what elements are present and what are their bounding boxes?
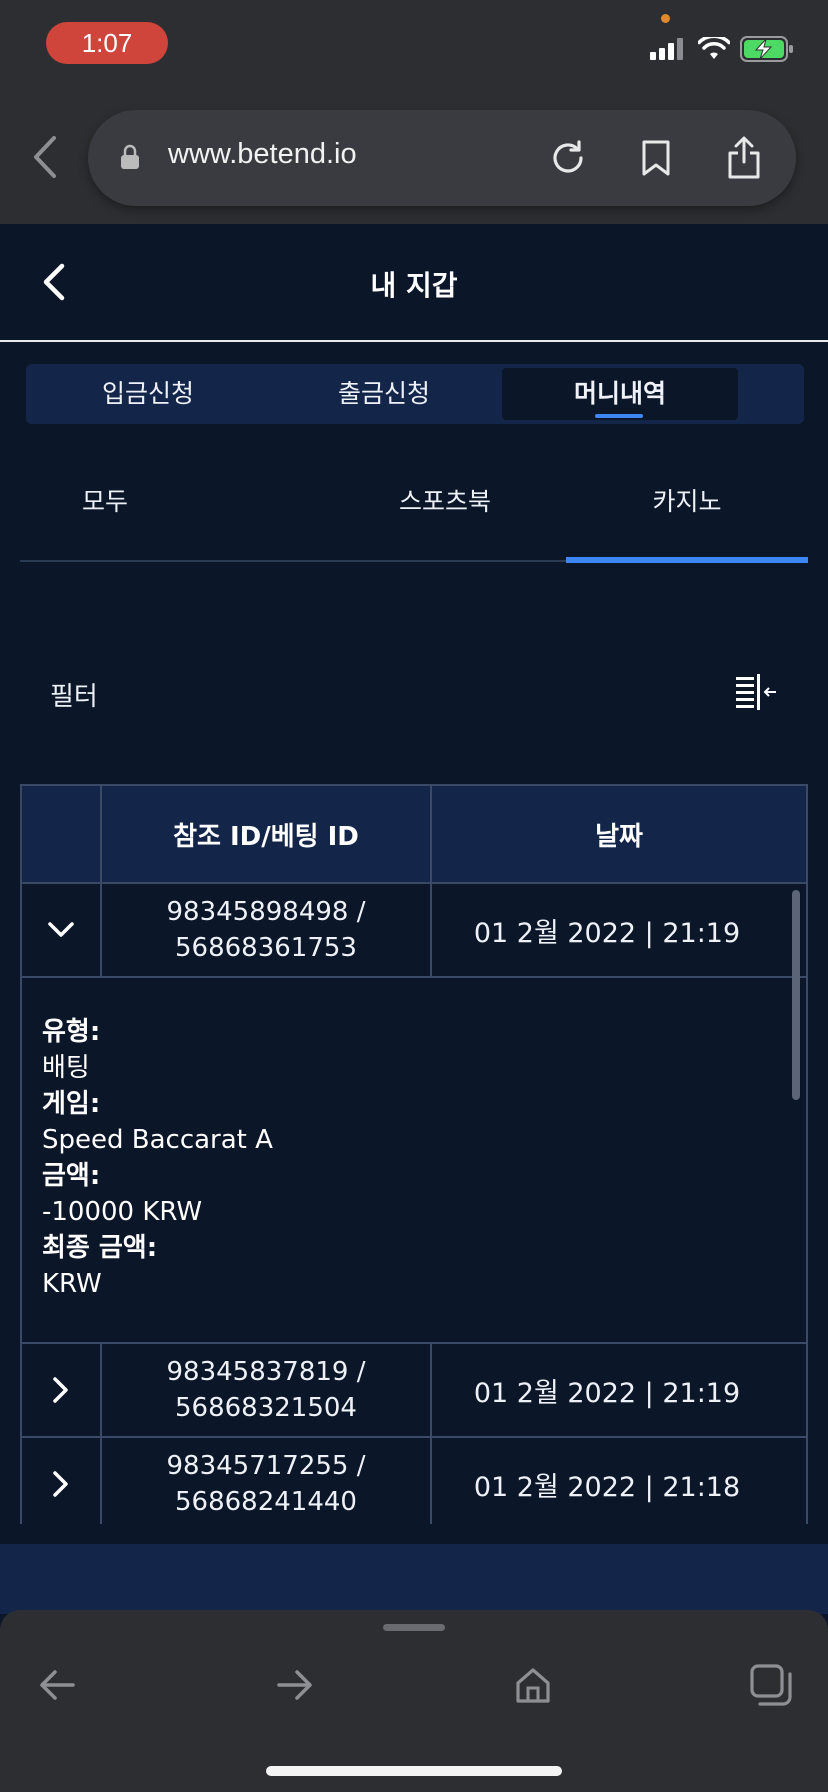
lock-icon [121, 144, 139, 169]
arrow-right-icon [277, 1670, 312, 1700]
row-detail-panel: 유형: 배팅 게임: Speed Baccarat A 금액: -10000 K… [22, 978, 806, 1344]
cellular-signal-icon [650, 38, 683, 60]
reload-button[interactable] [544, 134, 592, 182]
sheet-handle[interactable] [383, 1624, 445, 1631]
browser-address-bar: www.betend.io [0, 90, 828, 224]
tab-deposit-request[interactable]: 입금신청 [30, 368, 266, 420]
detail-game-label: 게임: [42, 1089, 101, 1119]
status-time: 1:07 [46, 22, 168, 64]
table-header: 참조 ID/베팅 ID 날짜 [22, 784, 806, 884]
battery-charging-icon [740, 36, 793, 62]
tab-withdrawal-request[interactable]: 출금신청 [266, 368, 502, 420]
wifi-icon [698, 37, 730, 59]
nav-home-button[interactable] [508, 1660, 558, 1710]
header-date-label: 날짜 [595, 821, 643, 852]
share-icon [728, 136, 760, 179]
page-footer-band [0, 1544, 828, 1614]
detail-amount-value: -10000 KRW [42, 1197, 203, 1227]
arrow-left-icon [40, 1670, 75, 1700]
app-header: 내 지갑 [0, 224, 828, 342]
bet-id: 56868321504 [175, 1393, 357, 1423]
chevron-right-icon [53, 1377, 68, 1403]
home-indicator[interactable] [266, 1766, 562, 1776]
table-row[interactable]: 98345898498 / 56868361753 01 2월 2022 | 2… [22, 884, 806, 978]
privacy-indicator-dot [661, 14, 670, 23]
bet-id: 56868361753 [175, 933, 357, 963]
reload-icon [553, 140, 583, 173]
home-icon [516, 1668, 550, 1703]
bookmark-button[interactable] [632, 134, 680, 182]
detail-type-label: 유형: [42, 1017, 101, 1047]
history-table: 참조 ID/베팅 ID 날짜 98345898498 / 56868361753… [20, 784, 808, 1524]
header-date: 날짜 [432, 786, 806, 882]
address-field[interactable]: www.betend.io [88, 110, 796, 206]
ref-id: 98345837819 / [166, 1357, 366, 1387]
row-date: 01 2월 2022 | 21:18 [473, 1471, 741, 1503]
bet-id: 56868241440 [175, 1487, 357, 1517]
browser-back-icon[interactable] [26, 132, 62, 182]
chevron-down-icon [48, 922, 74, 937]
chevron-right-icon [53, 1471, 68, 1497]
row-toggle[interactable] [22, 1438, 102, 1524]
detail-final-label: 최종 금액: [42, 1233, 158, 1263]
tabs-icon [750, 1664, 792, 1706]
row-toggle[interactable] [22, 1344, 102, 1436]
filter-label: 필터 [50, 682, 98, 712]
row-toggle[interactable] [22, 884, 102, 976]
status-icons [650, 36, 794, 62]
main-tab-bar: 입금신청 출금신청 머니내역 [26, 364, 804, 424]
page-title: 내 지갑 [370, 269, 458, 302]
detail-final-value: KRW [42, 1269, 102, 1299]
subtab-all[interactable]: 모두 [20, 452, 324, 560]
detail-amount-label: 금액: [42, 1161, 101, 1191]
header-toggle-cell [22, 786, 102, 882]
header-ref-id: 참조 ID/베팅 ID [102, 786, 432, 882]
browser-toolbar [0, 1610, 828, 1792]
detail-game-value: Speed Baccarat A [42, 1125, 273, 1155]
nav-forward-button[interactable] [270, 1660, 320, 1710]
table-row[interactable]: 98345837819 / 56868321504 01 2월 2022 | 2… [22, 1344, 806, 1438]
nav-back-button[interactable] [32, 1660, 82, 1710]
bookmark-icon [642, 140, 670, 176]
ref-id: 98345717255 / [166, 1451, 366, 1481]
header-ref-id-label: 참조 ID/베팅 ID [173, 821, 359, 852]
share-button[interactable] [720, 134, 768, 182]
filter-toggle-icon[interactable] [734, 672, 778, 712]
detail-type-value: 배팅 [42, 1053, 90, 1083]
row-date: 01 2월 2022 | 21:19 [473, 917, 741, 949]
subtab-casino[interactable]: 카지노 [566, 452, 808, 563]
sub-tab-bar: 모두 스포츠북 카지노 [20, 452, 808, 563]
subtab-sportsbook[interactable]: 스포츠북 [324, 452, 566, 560]
row-ids: 98345837819 / 56868321504 [102, 1344, 432, 1436]
tab-money-history[interactable]: 머니내역 [502, 368, 738, 420]
row-date: 01 2월 2022 | 21:19 [473, 1377, 741, 1409]
row-ids: 98345717255 / 56868241440 [102, 1438, 432, 1524]
url-text[interactable]: www.betend.io [168, 138, 357, 171]
row-ids: 98345898498 / 56868361753 [102, 884, 432, 976]
table-row[interactable]: 98345717255 / 56868241440 01 2월 2022 | 2… [22, 1438, 806, 1524]
nav-tabs-button[interactable] [746, 1660, 796, 1710]
ref-id: 98345898498 / [166, 897, 366, 927]
table-scrollbar[interactable] [792, 890, 800, 1100]
status-bar: 1:07 [0, 0, 828, 90]
